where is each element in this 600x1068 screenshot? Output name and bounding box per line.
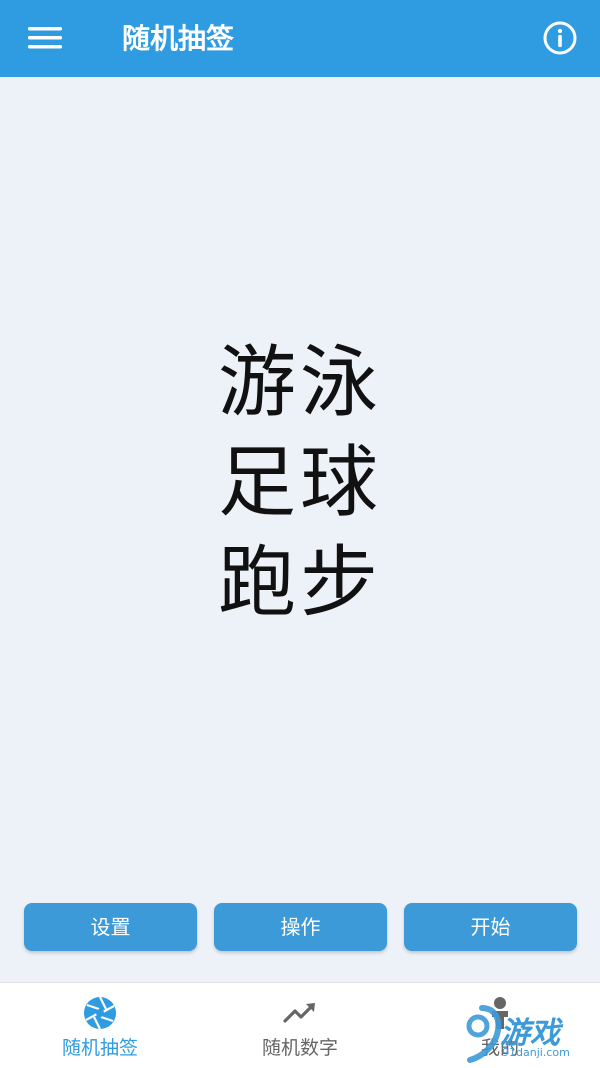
nav-item-label: 随机数字 [261, 1037, 338, 1059]
nav-item-random-number[interactable]: 随机数字 [200, 983, 400, 1068]
app-bar: 随机抽签 [0, 0, 600, 77]
page-title: 随机抽签 [122, 22, 235, 55]
operate-button[interactable]: 操作 [214, 903, 387, 951]
draw-result-list: 游泳 足球 跑步 [0, 333, 600, 633]
draw-area: 游泳 足球 跑步 [0, 77, 600, 982]
start-button[interactable]: 开始 [404, 903, 577, 951]
draw-result-item: 跑步 [217, 538, 382, 628]
menu-button[interactable] [22, 18, 68, 58]
hamburger-menu-icon [28, 27, 62, 49]
info-icon [543, 21, 577, 55]
watermark-url: 91danji.com [502, 1046, 570, 1059]
watermark-91-icon [466, 1005, 502, 1063]
trend-up-icon [282, 995, 318, 1031]
draw-result-item: 游泳 [217, 338, 382, 428]
aperture-icon [82, 995, 118, 1031]
info-button[interactable] [540, 18, 580, 58]
nav-item-random-draw[interactable]: 随机抽签 [0, 983, 200, 1068]
watermark-logo: 游戏 91danji.com [460, 1000, 600, 1067]
settings-button[interactable]: 设置 [24, 903, 197, 951]
nav-item-label: 随机抽签 [61, 1037, 138, 1059]
draw-result-item: 足球 [217, 438, 382, 528]
action-button-row: 设置 操作 开始 [0, 903, 600, 951]
